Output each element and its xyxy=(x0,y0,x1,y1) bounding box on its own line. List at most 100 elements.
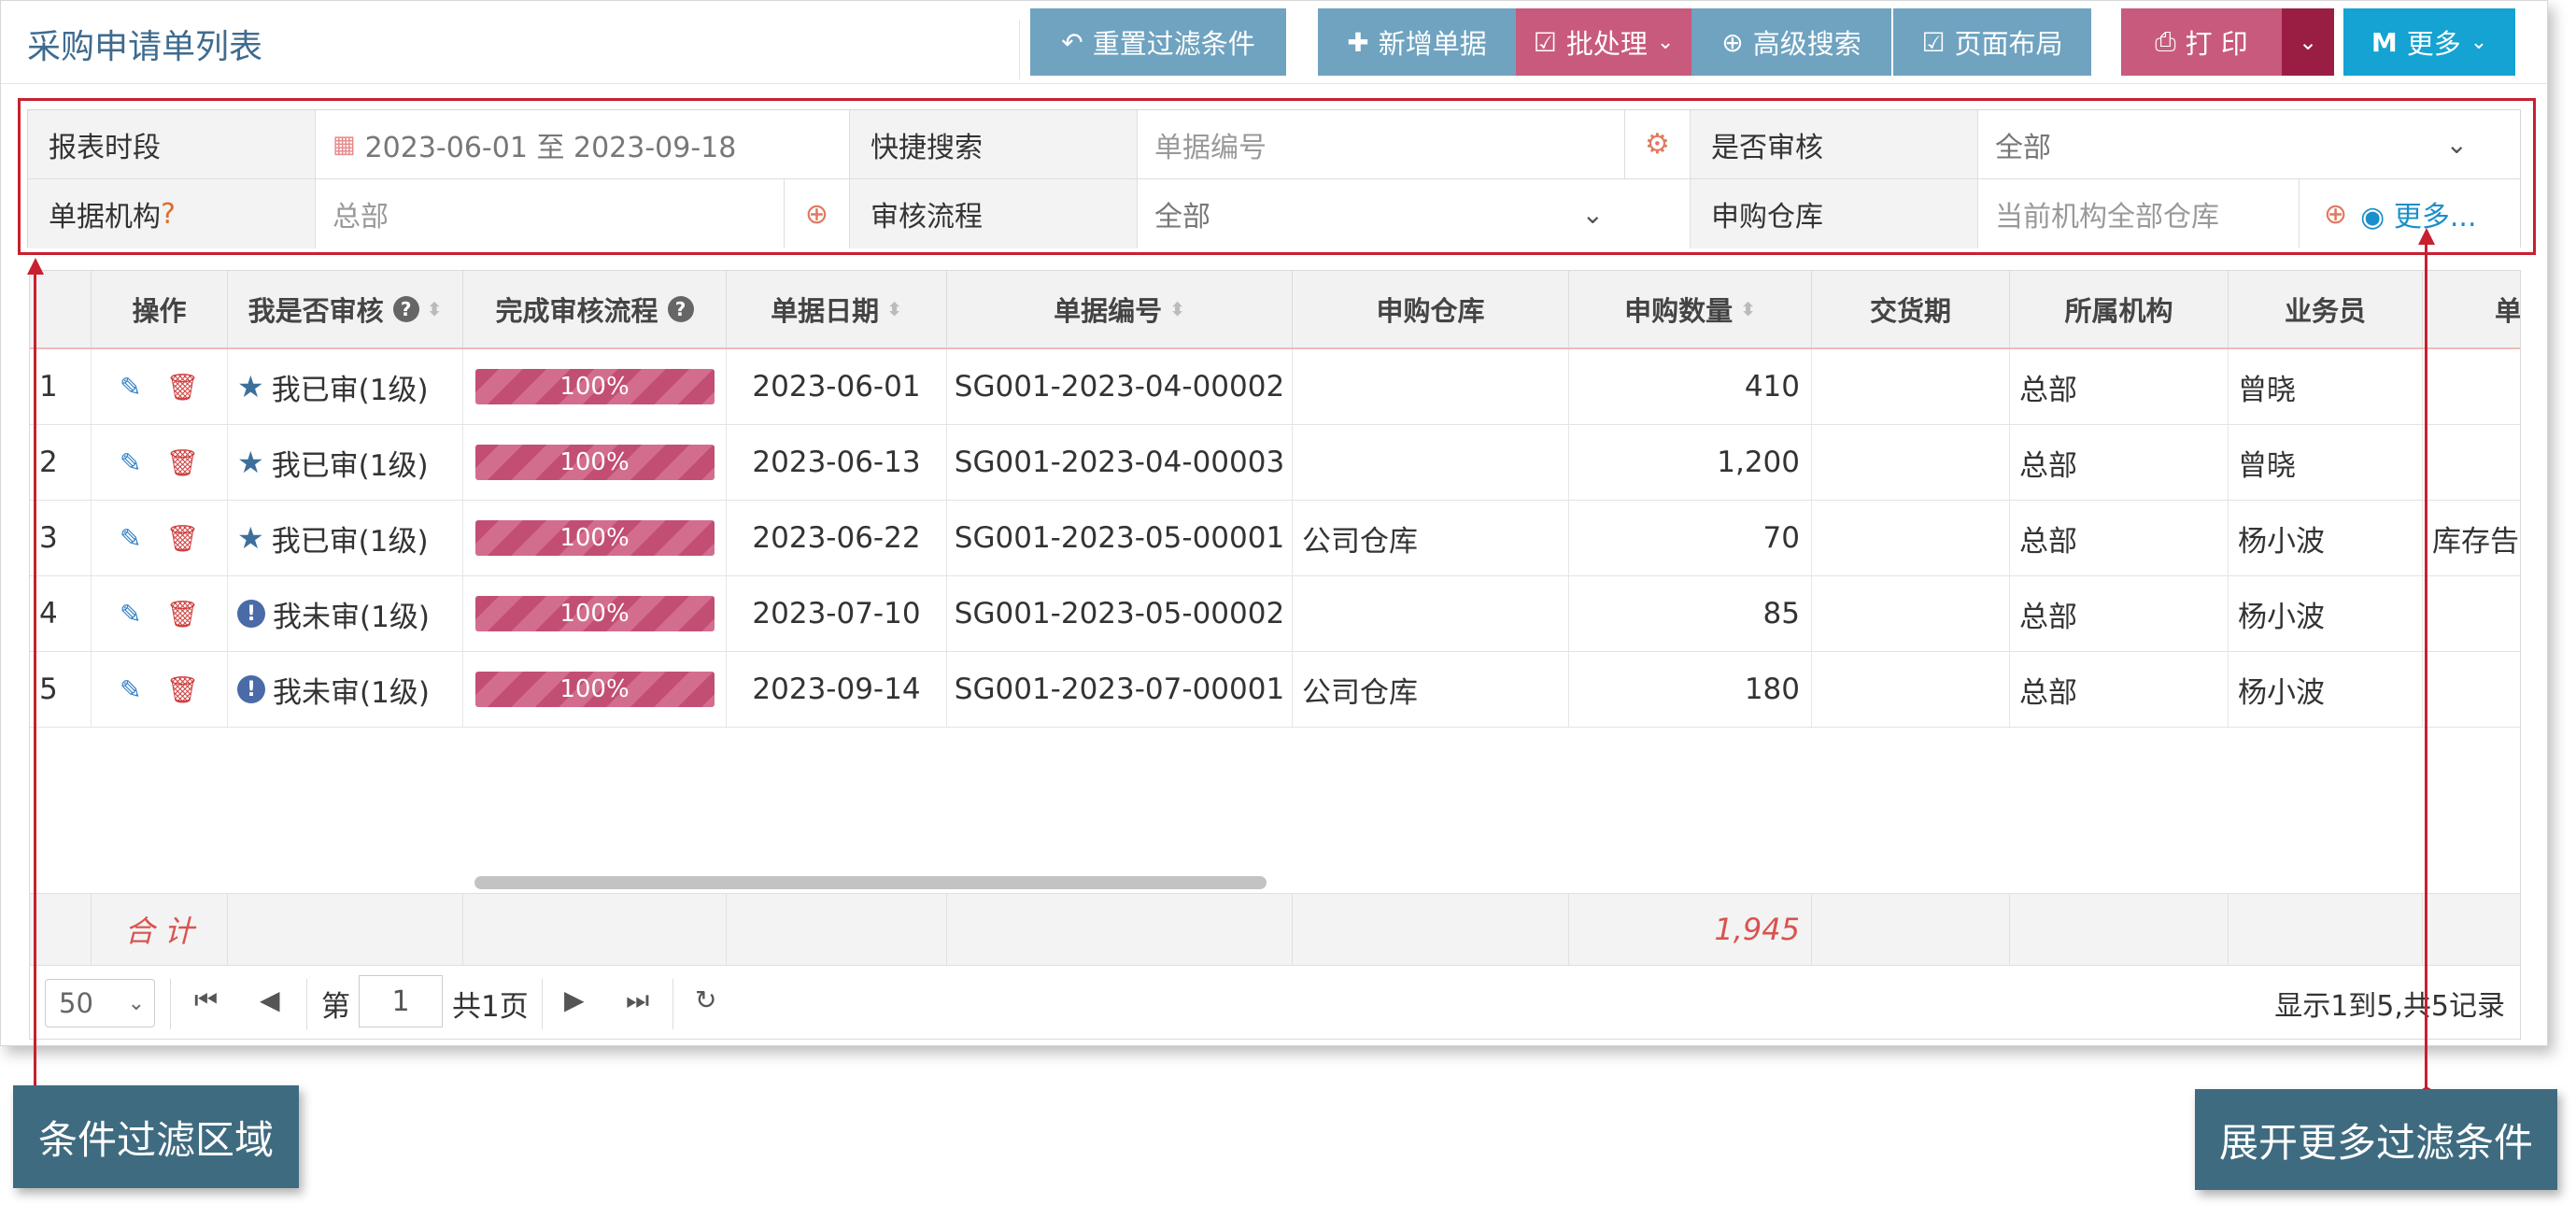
trash-icon[interactable]: 🗑 xyxy=(165,523,199,554)
calendar-icon: ▦ xyxy=(333,130,356,159)
summary-blank xyxy=(2010,894,2229,965)
edit-icon[interactable]: ✎ xyxy=(120,523,141,554)
col-qty[interactable]: 申购数量 ⬍ xyxy=(1569,271,1812,347)
add-document-button[interactable]: ✚ 新增单据 xyxy=(1318,8,1516,76)
progress-bar: 100% xyxy=(474,596,715,631)
row-org: 总部 xyxy=(2010,576,2229,651)
pager-divider xyxy=(672,979,673,1029)
check-square-icon: ☑ xyxy=(1533,26,1557,58)
table-row[interactable]: 1 ✎ 🗑 ★ 我已审(1级) 100% 2023-06-01 SG001-2023-04-0… xyxy=(30,349,2520,425)
chevron-down-icon: ⌄ xyxy=(2445,129,2468,160)
row-delivery xyxy=(1812,349,2010,424)
row-org: 总部 xyxy=(2010,425,2229,500)
table-row[interactable]: 2 ✎ 🗑 ★ 我已审(1级) 100% 2023-06-13 SG001-2023-04-0… xyxy=(30,425,2520,501)
row-progress: 100% xyxy=(463,349,727,424)
row-extra xyxy=(2423,425,2520,500)
audit-status-select[interactable]: 全部 ⌄ xyxy=(1978,110,2520,179)
row-audit-status: ★ 我已审(1级) xyxy=(228,501,463,575)
arrow-line-right xyxy=(2425,243,2427,1095)
row-code: SG001-2023-04-00003 xyxy=(947,425,1293,500)
exclamation-circle-icon: ! xyxy=(237,675,265,703)
advanced-search-button[interactable]: ⊕ 高级搜索 xyxy=(1691,8,1891,76)
row-org: 总部 xyxy=(2010,501,2229,575)
org-input[interactable]: 总部 xyxy=(316,179,785,248)
row-actions: ✎ 🗑 xyxy=(92,501,228,575)
period-range-field[interactable]: ▦ 2023-06-01 至 2023-09-18 xyxy=(316,110,850,179)
row-warehouse xyxy=(1293,349,1569,424)
page-layout-button[interactable]: ☑ 页面布局 xyxy=(1893,8,2091,76)
printer-icon: ⎙ xyxy=(2155,26,2176,57)
row-date: 2023-06-01 xyxy=(727,349,947,424)
table-row[interactable]: 4 ✎ 🗑! 我未审(1级) 100% 2023-07-10 SG001-2023-05-0… xyxy=(30,576,2520,652)
batch-process-button[interactable]: ☑ 批处理 ⌄ xyxy=(1516,8,1691,76)
data-grid: 操作 我是否审核? ⬍ 完成审核流程? 单据日期 ⬍ 单据编号 ⬍ 申购仓库 申购数量… xyxy=(29,270,2521,1040)
page-size-select[interactable]: 50 ⌄ xyxy=(45,979,155,1027)
zoom-icon: ⊕ xyxy=(1721,26,1744,58)
pagination-bar: 50 ⌄ ⏮ ◀ 第 1 共1页 ▶ ⏭ ↻ 显示1到5,共5记录 xyxy=(30,966,2520,1039)
flow-label: 审核流程 xyxy=(850,179,1138,248)
edit-icon[interactable]: ✎ xyxy=(120,372,141,403)
table-row[interactable]: 5 ✎ 🗑! 我未审(1级) 100% 2023-09-14 SG001-2023-07-0… xyxy=(30,652,2520,728)
summary-blank xyxy=(228,894,463,965)
last-page-icon[interactable]: ⏭ xyxy=(626,984,649,1016)
star-icon: ★ xyxy=(237,369,264,404)
row-number: 3 xyxy=(30,501,92,575)
org-search-button[interactable]: ⊕ xyxy=(785,179,850,248)
trash-icon[interactable]: 🗑 xyxy=(165,372,199,403)
row-warehouse xyxy=(1293,576,1569,651)
sort-icon: ⬍ xyxy=(426,298,443,320)
row-audit-status: ! 我未审(1级) xyxy=(228,576,463,651)
callout-filter-area: 条件过滤区域 xyxy=(13,1085,299,1188)
progress-bar: 100% xyxy=(474,369,715,404)
col-org: 所属机构 xyxy=(2010,271,2229,347)
pager-divider xyxy=(542,979,543,1029)
warehouse-input[interactable]: 当前机构全部仓库 xyxy=(1978,179,2300,248)
undo-icon: ↶ xyxy=(1061,26,1083,58)
row-number: 2 xyxy=(30,425,92,500)
edit-icon[interactable]: ✎ xyxy=(120,599,141,630)
row-code: SG001-2023-04-00002 xyxy=(947,349,1293,424)
chevron-down-icon: ⌄ xyxy=(2470,30,2488,54)
row-extra xyxy=(2423,349,2520,424)
summary-row: 合 计 1,945 xyxy=(30,893,2520,966)
row-date: 2023-07-10 xyxy=(727,576,947,651)
next-page-icon[interactable]: ▶ xyxy=(564,984,585,1015)
filter-table: 报表时段 ▦ 2023-06-01 至 2023-09-18 快捷搜索 单据编号 … xyxy=(27,109,2521,248)
horizontal-scrollbar[interactable] xyxy=(474,876,1267,889)
row-extra xyxy=(2423,652,2520,727)
flow-select[interactable]: 全部 ⌄ xyxy=(1138,179,1691,248)
refresh-icon[interactable]: ↻ xyxy=(695,984,716,1015)
edit-icon[interactable]: ✎ xyxy=(120,447,141,478)
trash-icon[interactable]: 🗑 xyxy=(165,447,199,478)
quick-search-label: 快捷搜索 xyxy=(850,110,1138,179)
row-number: 1 xyxy=(30,349,92,424)
more-menu-button[interactable]: M 更多 ⌄ xyxy=(2343,8,2515,76)
arrow-line-left xyxy=(34,273,36,1095)
search-settings-button[interactable]: ⚙ xyxy=(1625,110,1691,179)
trash-icon[interactable]: 🗑 xyxy=(165,674,199,705)
row-number: 5 xyxy=(30,652,92,727)
prev-page-icon[interactable]: ◀ xyxy=(260,984,280,1015)
quick-search-input[interactable]: 单据编号 xyxy=(1138,110,1625,179)
record-info: 显示1到5,共5记录 xyxy=(2274,990,2505,1023)
row-progress: 100% xyxy=(463,501,727,575)
col-rownum xyxy=(30,271,92,347)
reset-filters-button[interactable]: ↶ 重置过滤条件 xyxy=(1030,8,1286,76)
search-plus-icon[interactable]: ⊕ xyxy=(2324,198,2347,231)
col-my-audit[interactable]: 我是否审核? ⬍ xyxy=(228,271,463,347)
edit-icon[interactable]: ✎ xyxy=(120,674,141,705)
print-button[interactable]: ⎙ 打 印 xyxy=(2121,8,2282,76)
row-staff: 曾晓 xyxy=(2229,349,2423,424)
print-dropdown-button[interactable]: ⌄ xyxy=(2282,8,2334,76)
row-staff: 杨小波 xyxy=(2229,576,2423,651)
col-date[interactable]: 单据日期 ⬍ xyxy=(727,271,947,347)
page-number-input[interactable]: 1 xyxy=(359,975,443,1027)
table-row[interactable]: 3 ✎ 🗑 ★ 我已审(1级) 100% 2023-06-22 SG001-2023-05-0… xyxy=(30,501,2520,576)
first-page-icon[interactable]: ⏮ xyxy=(194,984,218,1016)
col-code[interactable]: 单据编号 ⬍ xyxy=(947,271,1293,347)
row-qty: 410 xyxy=(1569,349,1812,424)
trash-icon[interactable]: 🗑 xyxy=(165,599,199,630)
col-delivery: 交货期 xyxy=(1812,271,2010,347)
row-extra: 库存告 xyxy=(2423,501,2520,575)
summary-blank xyxy=(1812,894,2010,965)
